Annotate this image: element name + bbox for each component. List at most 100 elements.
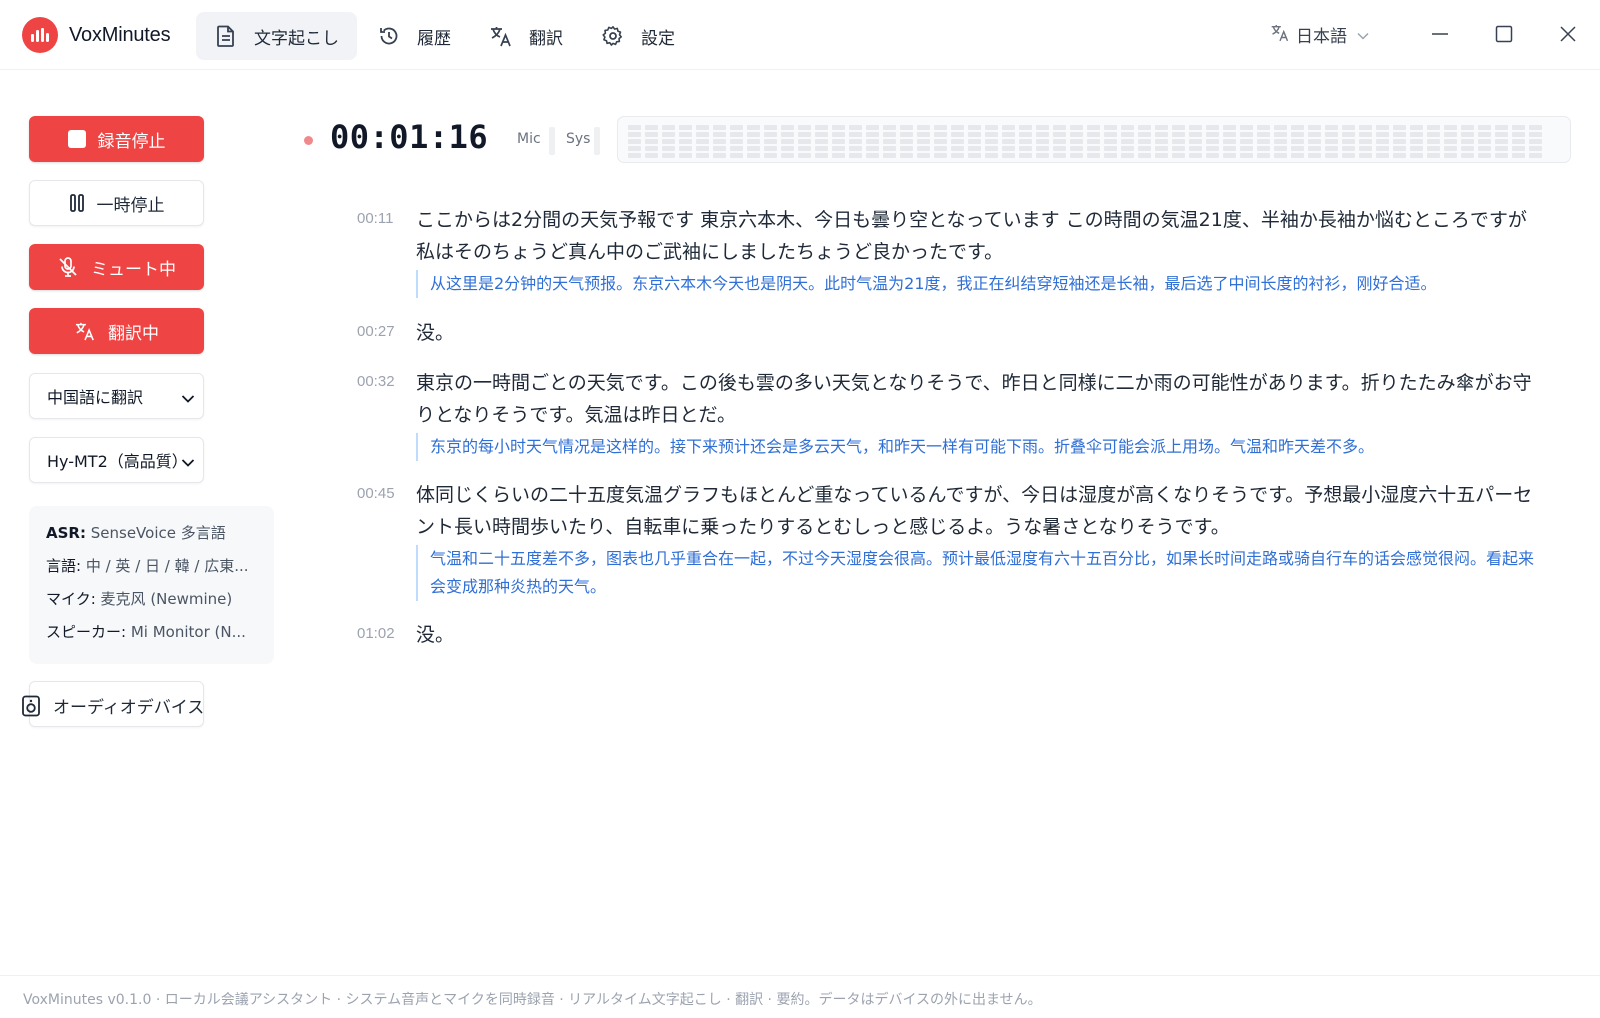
meter-column xyxy=(1206,125,1219,160)
meter-cell xyxy=(985,125,998,130)
meter-cell xyxy=(1087,146,1100,151)
meter-cell xyxy=(1444,125,1457,130)
translation-model-select[interactable]: Hy-MT2（高品質） xyxy=(29,437,204,483)
meter-cell xyxy=(1461,132,1474,137)
meter-cell xyxy=(832,153,845,158)
tab-settings[interactable]: 設定 xyxy=(583,12,693,60)
meter-column xyxy=(1257,125,1270,160)
meter-cell xyxy=(1393,146,1406,151)
meter-cell xyxy=(900,125,913,130)
meter-cell xyxy=(662,139,675,144)
meter-cell xyxy=(1002,132,1015,137)
meter-cell xyxy=(1308,132,1321,137)
meter-cell xyxy=(1002,146,1015,151)
meter-cell xyxy=(1036,146,1049,151)
meter-column xyxy=(645,125,658,160)
tab-transcription[interactable]: 文字起こし xyxy=(196,12,357,60)
translate-toggle-button[interactable]: 翻訳中 xyxy=(29,308,204,354)
meter-cell xyxy=(832,132,845,137)
meter-cell xyxy=(1478,139,1491,144)
speaker-value: Mi Monitor (N... xyxy=(130,623,246,641)
mic-level-bar xyxy=(549,127,555,155)
meter-cell xyxy=(1529,132,1542,137)
language-selector[interactable]: 日本語 xyxy=(1270,22,1369,47)
meter-cell xyxy=(1410,139,1423,144)
meter-cell xyxy=(985,146,998,151)
meter-cell xyxy=(1223,132,1236,137)
pause-button[interactable]: 一時停止 xyxy=(29,180,204,226)
meter-cell xyxy=(832,146,845,151)
meter-cell xyxy=(730,153,743,158)
meter-cell xyxy=(934,125,947,130)
meter-cell xyxy=(1138,153,1151,158)
meter-cell xyxy=(747,139,760,144)
stop-recording-button[interactable]: 録音停止 xyxy=(29,116,204,162)
meter-cell xyxy=(1155,132,1168,137)
meter-cell xyxy=(900,132,913,137)
meter-cell xyxy=(1223,125,1236,130)
close-button[interactable] xyxy=(1556,22,1580,46)
meter-cell xyxy=(764,153,777,158)
meter-column xyxy=(866,125,879,160)
mic-value: 麦克风 (Newmine) xyxy=(100,590,233,608)
language-info: 言語: 中 / 英 / 日 / 韓 / 広東... xyxy=(46,555,266,588)
chevron-down-icon xyxy=(181,453,195,472)
meter-cell xyxy=(1240,146,1253,151)
meter-cell xyxy=(1138,139,1151,144)
sys-level-label: Sys xyxy=(566,131,591,147)
meter-cell xyxy=(1121,146,1134,151)
meter-cell xyxy=(1240,125,1253,130)
meter-column xyxy=(730,125,743,160)
meter-cell xyxy=(1393,132,1406,137)
meter-cell xyxy=(696,153,709,158)
minimize-button[interactable] xyxy=(1428,22,1452,46)
meter-cell xyxy=(1240,139,1253,144)
audio-devices-label-wrap[interactable]: オーディオデバイス xyxy=(21,693,204,718)
meter-cell xyxy=(815,132,828,137)
tab-translate[interactable]: 翻訳 xyxy=(471,12,581,60)
meter-cell xyxy=(1427,125,1440,130)
meter-cell xyxy=(1121,153,1134,158)
meter-cell xyxy=(798,125,811,130)
meter-cell xyxy=(1036,125,1049,130)
meter-column xyxy=(1121,125,1134,160)
meter-cell xyxy=(1359,132,1372,137)
meter-cell xyxy=(1070,132,1083,137)
meter-cell xyxy=(866,153,879,158)
meter-column xyxy=(849,125,862,160)
meter-cell xyxy=(1512,146,1525,151)
meter-cell xyxy=(951,139,964,144)
meter-cell xyxy=(968,125,981,130)
meter-cell xyxy=(1512,153,1525,158)
meter-column xyxy=(1104,125,1117,160)
tab-history[interactable]: 履歴 xyxy=(359,12,469,60)
meter-cell xyxy=(1427,139,1440,144)
meter-column xyxy=(1529,125,1542,160)
app-logo-icon xyxy=(22,17,58,53)
meter-column xyxy=(696,125,709,160)
meter-cell xyxy=(1053,125,1066,130)
meter-cell xyxy=(1257,153,1270,158)
meter-cell xyxy=(849,132,862,137)
meter-cell xyxy=(968,153,981,158)
mute-button[interactable]: ミュート中 xyxy=(29,244,204,290)
history-icon xyxy=(377,24,401,48)
target-language-select[interactable]: 中国語に翻訳 xyxy=(29,373,204,419)
meter-cell xyxy=(730,125,743,130)
stop-icon xyxy=(67,130,86,148)
meter-cell xyxy=(866,139,879,144)
language-key: 言語: xyxy=(46,557,82,575)
meter-column xyxy=(1070,125,1083,160)
meter-cell xyxy=(849,146,862,151)
meter-cell xyxy=(662,146,675,151)
meter-column xyxy=(798,125,811,160)
meter-cell xyxy=(1036,153,1049,158)
meter-cell xyxy=(679,153,692,158)
meter-cell xyxy=(883,132,896,137)
maximize-button[interactable] xyxy=(1492,22,1516,46)
meter-cell xyxy=(1104,132,1117,137)
meter-column xyxy=(1308,125,1321,160)
meter-cell xyxy=(917,125,930,130)
meter-cell xyxy=(1291,153,1304,158)
meter-column xyxy=(1053,125,1066,160)
